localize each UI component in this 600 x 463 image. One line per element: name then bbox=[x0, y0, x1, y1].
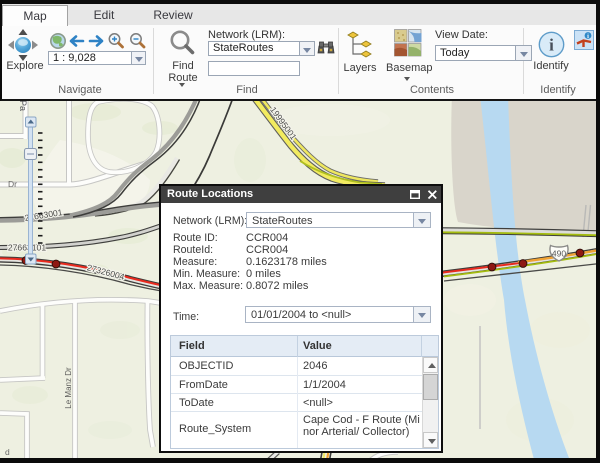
svg-text:Pa: Pa bbox=[18, 100, 28, 111]
svg-text:Dr: Dr bbox=[8, 179, 17, 189]
svg-text:i: i bbox=[587, 33, 589, 40]
svg-text:490: 490 bbox=[552, 249, 566, 259]
svg-text:27663101: 27663101 bbox=[8, 243, 46, 253]
svg-text:d: d bbox=[5, 447, 10, 457]
svg-text:Le Manz Dr: Le Manz Dr bbox=[64, 367, 73, 409]
svg-text:i: i bbox=[549, 36, 554, 55]
